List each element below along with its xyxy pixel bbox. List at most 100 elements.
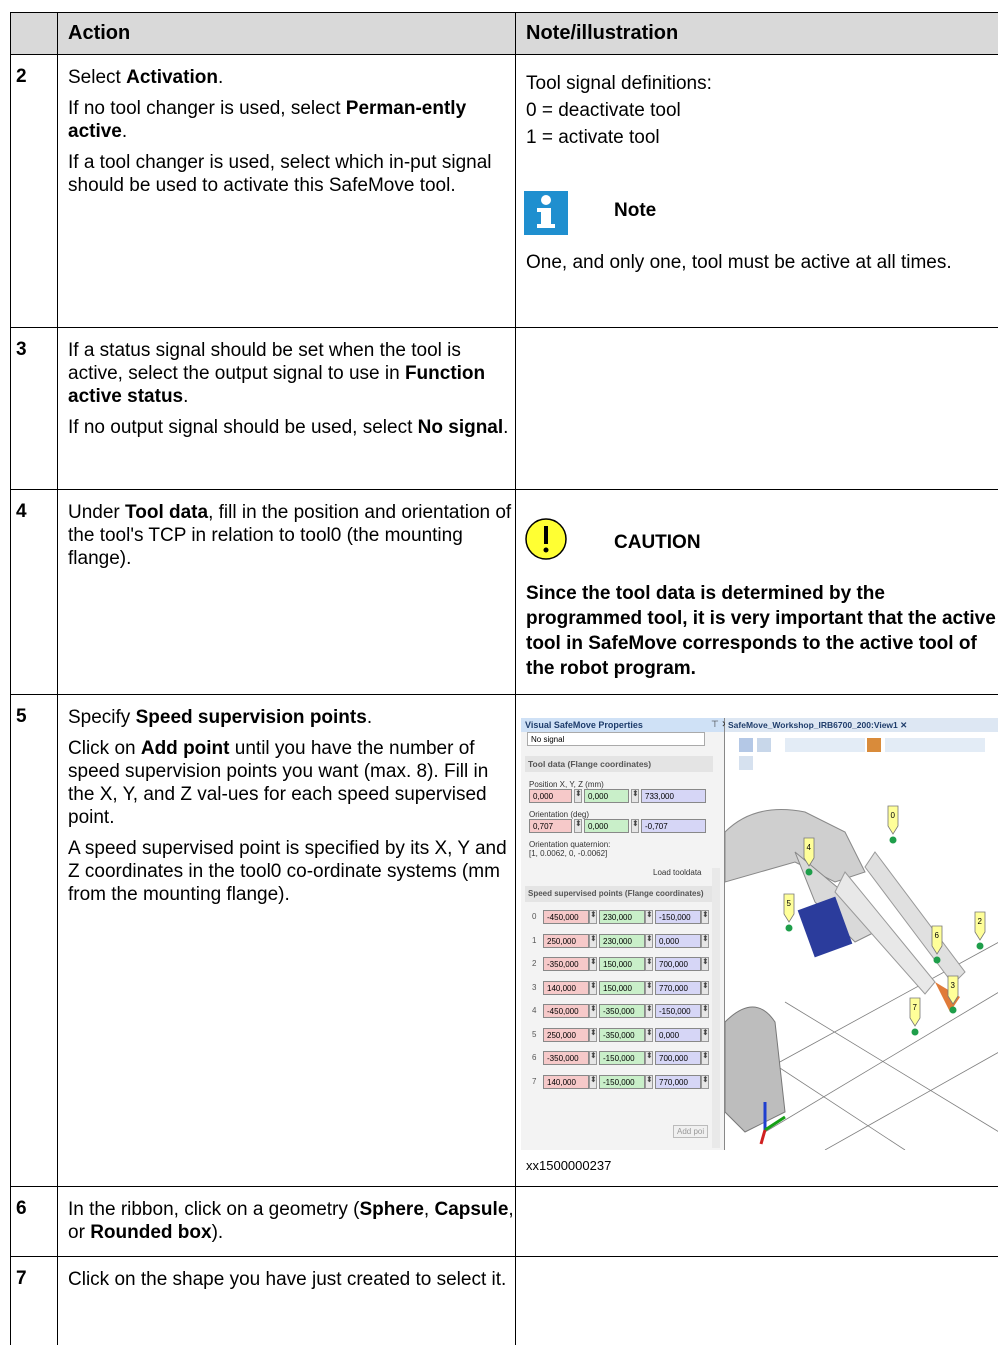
point-y-input[interactable]: 150,000 [599, 980, 645, 995]
text: . [183, 386, 189, 407]
spinner[interactable] [645, 910, 653, 924]
step-number: 5 [16, 706, 27, 727]
speed-point-marker[interactable]: 2 [974, 911, 986, 950]
spinner[interactable] [574, 789, 582, 803]
spinner[interactable] [701, 1051, 709, 1065]
point-x-input[interactable]: -350,000 [543, 1051, 589, 1065]
point-y-input[interactable]: 150,000 [599, 957, 645, 971]
toolbar-icons[interactable] [785, 738, 865, 752]
load-tooldata-button[interactable]: Load tooldata [653, 868, 702, 877]
spinner[interactable] [589, 1004, 597, 1018]
point-z-input[interactable]: 770,000 [655, 1074, 701, 1089]
orientation-z-input[interactable]: -0,707 [641, 819, 706, 833]
ui-term: Speed supervision points [135, 707, 367, 728]
point-z-input[interactable]: 700,000 [655, 1051, 701, 1065]
point-x-input[interactable]: 140,000 [543, 980, 589, 995]
spinner[interactable] [645, 933, 653, 948]
toolbar-icons[interactable] [885, 738, 985, 752]
point-y-input[interactable]: -350,000 [599, 1004, 645, 1018]
text: Click on the shape you have just created… [68, 1269, 507, 1290]
action-paragraph: If a status signal should be set when th… [68, 339, 514, 408]
spinner[interactable] [645, 957, 653, 971]
spinner[interactable] [645, 1074, 653, 1089]
point-x-input[interactable]: 140,000 [543, 1074, 589, 1089]
spinner[interactable] [701, 1004, 709, 1018]
scrollbar[interactable] [712, 868, 720, 1148]
spinner[interactable] [589, 1027, 597, 1042]
point-x-input[interactable]: -350,000 [543, 957, 589, 971]
point-y-input[interactable]: -150,000 [599, 1074, 645, 1089]
step-action: If a status signal should be set when th… [68, 339, 514, 447]
step-action: Specify Speed supervision points. Click … [68, 706, 514, 914]
spinner[interactable] [645, 1051, 653, 1065]
spinner[interactable] [645, 1004, 653, 1018]
add-point-button[interactable]: Add poi [673, 1125, 709, 1138]
spinner[interactable] [701, 980, 709, 995]
ui-term: Capsule [434, 1199, 509, 1220]
header-note: Note/illustration [526, 22, 679, 44]
point-x-input[interactable]: -450,000 [543, 910, 589, 924]
spinner[interactable] [701, 1027, 709, 1042]
view-tab-label[interactable]: SafeMove_Workshop_IRB6700_200:View1 [728, 720, 898, 730]
point-x-input[interactable]: -450,000 [543, 1004, 589, 1018]
point-z-input[interactable]: 0,000 [655, 933, 701, 948]
text: If a status signal should be set when th… [68, 340, 461, 384]
orientation-y-input[interactable]: 0,000 [584, 819, 629, 833]
position-x-input[interactable]: 0,000 [529, 789, 572, 803]
quaternion-value: [1, 0.0062, 0, -0.0062] [529, 849, 608, 858]
orientation-x-input[interactable]: 0,707 [529, 819, 572, 833]
step-number: 6 [16, 1198, 27, 1219]
spinner[interactable] [631, 819, 639, 833]
point-index: 7 [532, 1076, 537, 1086]
point-z-input[interactable]: -150,000 [655, 910, 701, 924]
point-z-input[interactable]: 0,000 [655, 1027, 701, 1042]
spinner[interactable] [589, 910, 597, 924]
speed-point-marker[interactable]: 7 [909, 997, 921, 1036]
toolbar-icon[interactable] [757, 738, 771, 752]
rule [10, 1186, 998, 1187]
point-y-input[interactable]: -350,000 [599, 1027, 645, 1042]
action-paragraph: Under Tool data, fill in the position an… [68, 501, 514, 570]
point-y-input[interactable]: 230,000 [599, 910, 645, 924]
point-y-input[interactable]: -150,000 [599, 1051, 645, 1065]
spinner[interactable] [701, 933, 709, 948]
speed-point-marker[interactable]: 0 [887, 805, 899, 844]
toolbar-icon[interactable] [739, 738, 753, 752]
spinner[interactable] [645, 980, 653, 995]
point-z-input[interactable]: 770,000 [655, 980, 701, 995]
toolbar-icon[interactable] [867, 738, 881, 752]
point-y-input[interactable]: 230,000 [599, 933, 645, 948]
spinner[interactable] [701, 1074, 709, 1089]
figure-caption: xx1500000237 [526, 1158, 612, 1173]
point-x-input[interactable]: 250,000 [543, 1027, 589, 1042]
spinner[interactable] [589, 957, 597, 971]
action-paragraph: If no output signal should be used, sele… [68, 416, 514, 439]
step-number: 3 [16, 339, 27, 360]
spinner[interactable] [589, 933, 597, 948]
spinner[interactable] [701, 957, 709, 971]
signal-dropdown[interactable]: No signal [527, 732, 705, 746]
point-z-input[interactable]: 700,000 [655, 957, 701, 971]
spinner[interactable] [589, 1051, 597, 1065]
play-icon[interactable] [739, 756, 753, 770]
point-index: 5 [532, 1029, 537, 1039]
spinner[interactable] [701, 910, 709, 924]
point-z-input[interactable]: -150,000 [655, 1004, 701, 1018]
point-index: 4 [532, 1006, 537, 1015]
point-x-input[interactable]: 250,000 [543, 933, 589, 948]
position-z-input[interactable]: 733,000 [641, 789, 706, 803]
info-icon [524, 191, 568, 235]
spinner[interactable] [645, 1027, 653, 1042]
spinner[interactable] [631, 789, 639, 803]
marker-label: 7 [913, 1003, 918, 1012]
rule [10, 1256, 998, 1257]
rule [515, 12, 516, 1345]
position-y-input[interactable]: 0,000 [584, 789, 629, 803]
spinner[interactable] [589, 980, 597, 995]
speed-point-marker[interactable]: 5 [783, 893, 795, 932]
spinner[interactable] [574, 819, 582, 833]
safemove-screenshot: Visual SafeMove Properties ⊤ ✕ No signal… [521, 718, 998, 1150]
spinner[interactable] [589, 1074, 597, 1089]
step-action: Under Tool data, fill in the position an… [68, 501, 514, 578]
orientation-label: Orientation (deg) [529, 810, 590, 819]
